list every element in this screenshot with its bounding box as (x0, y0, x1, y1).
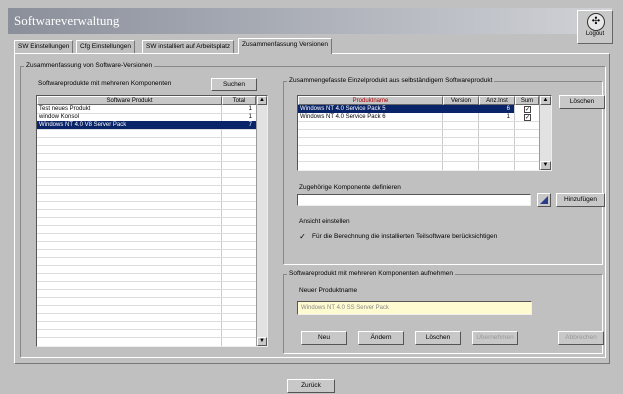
table-row[interactable]: Test neues Produkt 1 (37, 105, 256, 113)
sum-checkbox[interactable]: ✓ (524, 106, 531, 113)
search-button[interactable]: Suchen (211, 78, 257, 91)
sum-checkbox[interactable]: ✓ (524, 114, 531, 121)
title-bar: Softwareverwaltung (8, 8, 612, 34)
add-component-label: Zugehörige Komponente definieren (297, 184, 403, 191)
column-header-productname[interactable]: Produktname (298, 96, 443, 105)
new-product-name-label: Neuer Produktname (299, 287, 358, 294)
components-scrollbar[interactable]: ▲ ▼ (539, 96, 551, 170)
logout-label: Logout (585, 31, 605, 37)
add-component-button[interactable]: Hinzufügen (556, 193, 605, 207)
cancel-button[interactable]: Abbrechen (558, 331, 604, 345)
logout-button[interactable]: ✣ Logout (577, 10, 613, 44)
column-header-count[interactable]: Anz.Inst (479, 96, 515, 105)
column-header-product[interactable]: Software Produkt (37, 96, 222, 105)
scroll-down-icon[interactable]: ▼ (540, 161, 551, 170)
change-button[interactable]: Ändern (358, 331, 404, 345)
delete-button[interactable]: Löschen (415, 331, 461, 345)
component-count: 1 (506, 114, 510, 120)
component-name: Windows NT 4.0 Service Pack 5 (300, 106, 386, 112)
table-row[interactable]: window Konsol 1 (37, 113, 256, 121)
components-group-label: Zusammengefasste Einzelprodukt aus selbs… (287, 77, 495, 84)
product-name: window Konsol (39, 114, 80, 120)
components-table[interactable]: Produktname Version Anz.Inst Sum Windows… (297, 95, 552, 171)
column-header-total[interactable]: Total (222, 96, 256, 105)
product-name: Windows NT 4.0 V8 Server Pack (39, 122, 127, 128)
browse-icon (540, 196, 548, 204)
product-name: Test neues Produkt (39, 106, 91, 112)
apply-button[interactable]: Übernehmen (472, 331, 518, 345)
component-input[interactable] (297, 194, 531, 206)
products-list-label: Softwareprodukte mit mehreren Komponente… (36, 80, 174, 87)
table-row-selected[interactable]: Windows NT 4.0 V8 Server Pack 7 (37, 121, 256, 129)
tab-summary-versions[interactable]: Zusammenfassung Versionen (238, 38, 332, 54)
new-product-group-label: Softwareprodukt mit mehreren Komponenten… (287, 270, 456, 277)
display-settings-label: Ansicht einstellen (297, 218, 352, 225)
new-product-name-input[interactable]: Windows NT 4.0 SS Server Pack (297, 301, 532, 315)
tab-sw-settings[interactable]: SW Einstellungen (14, 40, 74, 54)
column-header-version[interactable]: Version (443, 96, 479, 105)
delete-component-button[interactable]: Löschen (559, 95, 605, 109)
column-header-sum[interactable]: Sum (515, 96, 539, 105)
summary-group-label: Zusammenfassung von Software-Versionen (24, 62, 155, 69)
component-name: Windows NT 4.0 Service Pack 6 (300, 114, 386, 120)
scroll-down-icon[interactable]: ▼ (257, 337, 267, 346)
component-row-selected[interactable]: Windows NT 4.0 Service Pack 5 6 (298, 105, 514, 113)
logo-icon: ✣ (587, 13, 605, 31)
scroll-up-icon[interactable]: ▲ (257, 96, 267, 105)
products-table[interactable]: Software Produkt Total Test neues Produk… (36, 95, 268, 347)
window-title: Softwareverwaltung (14, 13, 120, 28)
include-partial-label: Für die Berechnung die installierten Tei… (312, 233, 498, 240)
browse-button[interactable] (537, 193, 551, 207)
back-button[interactable]: Zurück (287, 379, 335, 393)
new-product-name-value: Windows NT 4.0 SS Server Pack (301, 305, 389, 311)
tab-sw-installed[interactable]: SW installiert auf Arbeitsplatz (142, 40, 235, 54)
include-partial-checkbox[interactable]: ✓ (299, 233, 306, 241)
products-scrollbar[interactable]: ▲ ▼ (256, 96, 267, 346)
scroll-up-icon[interactable]: ▲ (540, 96, 551, 105)
component-row[interactable]: Windows NT 4.0 Service Pack 6 1 (298, 113, 514, 121)
component-count: 6 (506, 106, 510, 112)
tab-cfg-settings[interactable]: Cfg Einstellungen (76, 40, 135, 54)
product-total: 7 (248, 122, 252, 128)
product-total: 1 (248, 114, 252, 120)
product-total: 1 (248, 106, 252, 112)
new-button[interactable]: Neu (301, 331, 347, 345)
